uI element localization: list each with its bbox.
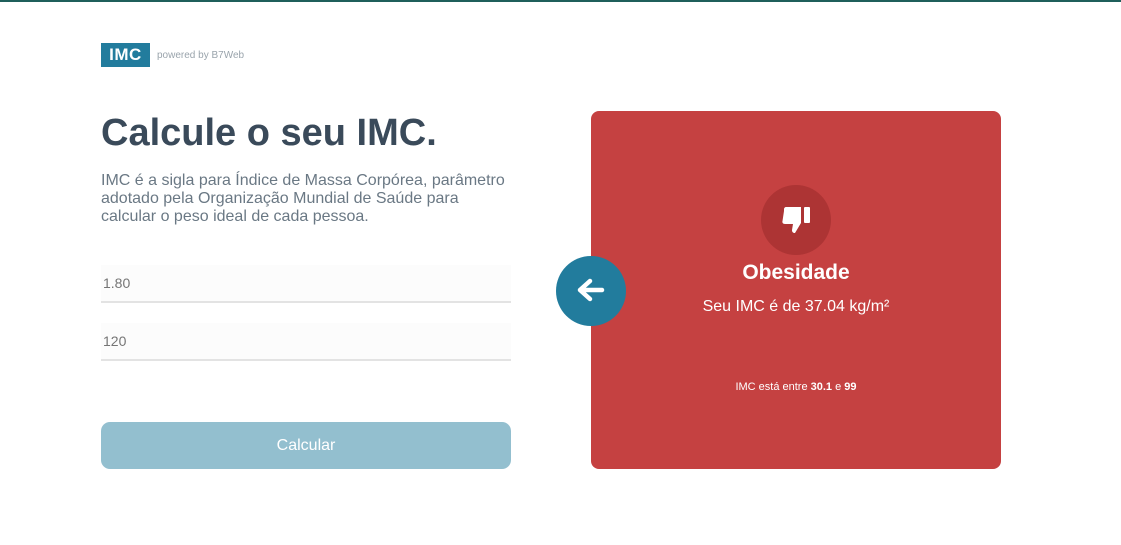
powered-by-text: powered by B7Web — [157, 49, 245, 61]
imc-logo: IMC — [101, 43, 150, 67]
page-description: IMC é a sigla para Índice de Massa Corpó… — [101, 172, 505, 225]
height-input[interactable] — [101, 265, 511, 303]
range-max: 99 — [844, 381, 857, 393]
range-joiner: e — [832, 381, 845, 393]
result-title: Obesidade — [742, 261, 850, 284]
calculator-section: Calcule o seu IMC. IMC é a sigla para Ín… — [101, 110, 511, 226]
result-range: IMC está entre 30.1 e 99 — [591, 381, 1001, 393]
range-min: 30.1 — [810, 381, 833, 393]
page-title: Calcule o seu IMC. — [101, 112, 437, 154]
weight-input[interactable] — [101, 323, 511, 361]
calculate-button[interactable]: Calcular — [101, 422, 511, 469]
result-value: Seu IMC é de 37.04 kg/m² — [702, 298, 890, 315]
arrow-left-icon — [577, 278, 605, 305]
header: IMC powered by B7Web — [101, 43, 244, 67]
thumbs-down-icon — [761, 185, 831, 255]
top-border — [0, 0, 1121, 2]
result-card: Obesidade Seu IMC é de 37.04 kg/m² IMC e… — [591, 111, 1001, 469]
range-prefix: IMC está entre — [735, 381, 811, 393]
back-button[interactable] — [556, 256, 626, 326]
